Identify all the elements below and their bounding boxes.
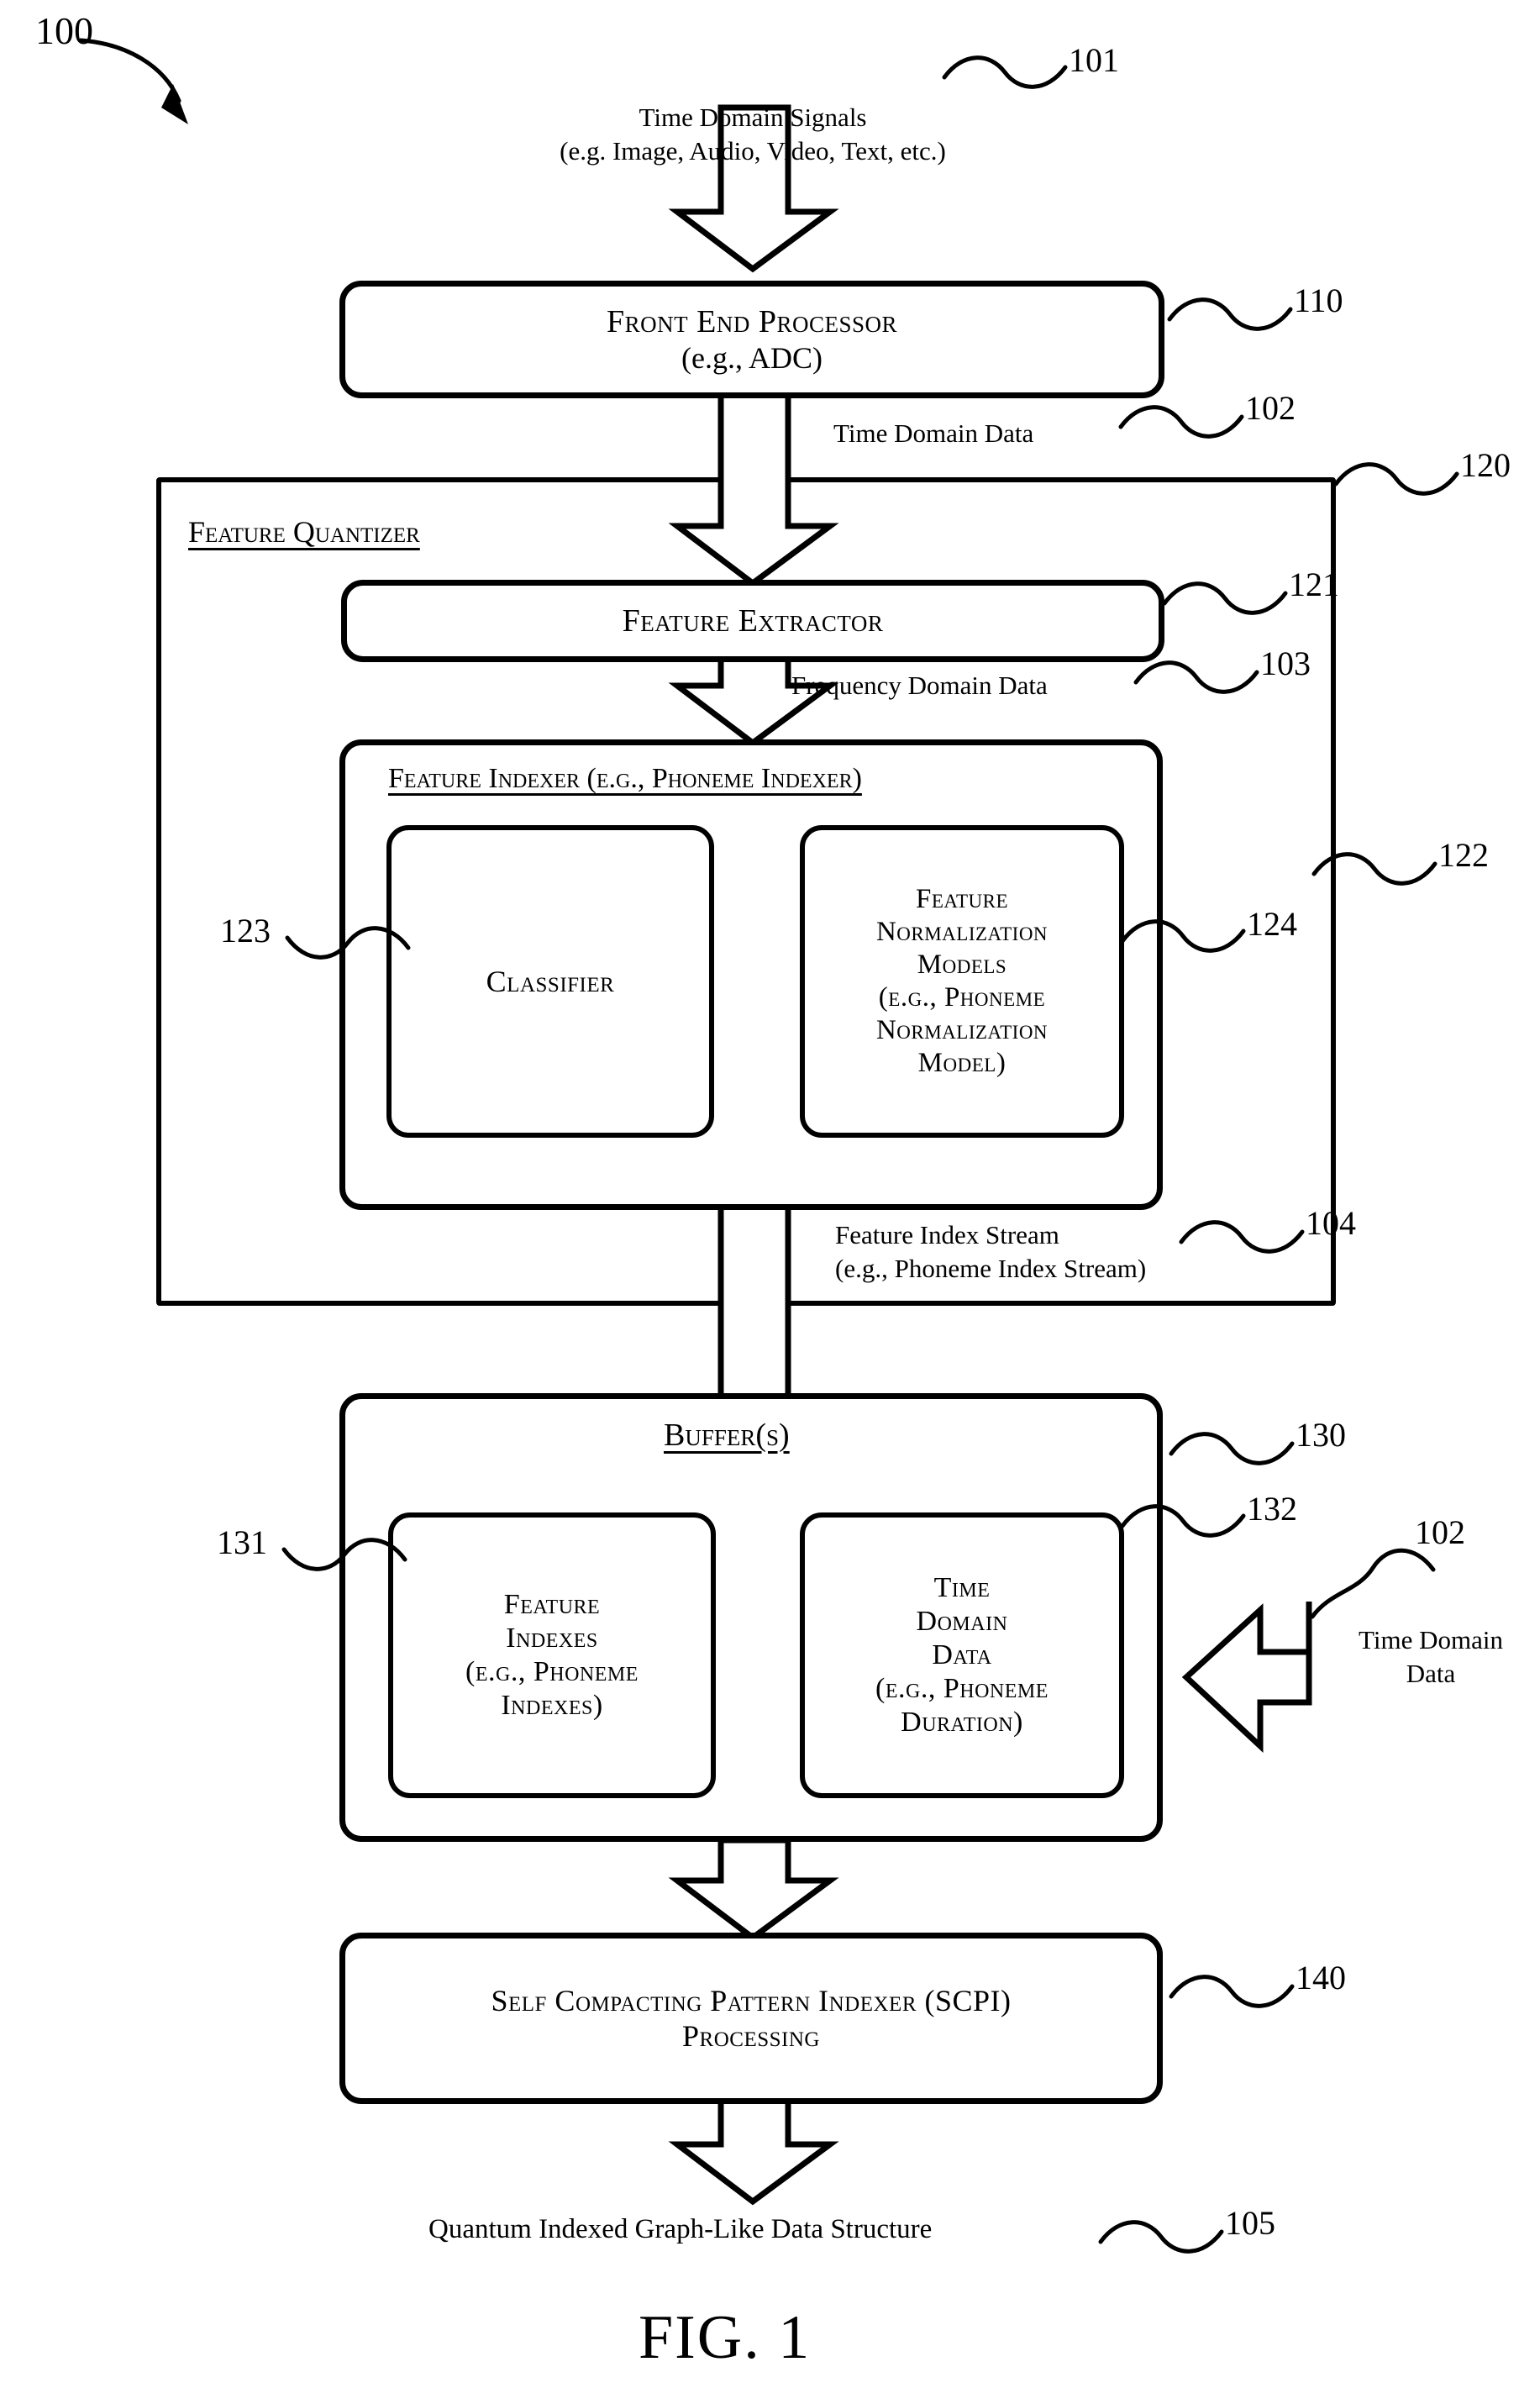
leader-102b: [1310, 1548, 1436, 1619]
leader-110: [1167, 297, 1293, 331]
leader-120: [1333, 462, 1459, 496]
leader-121: [1162, 581, 1288, 615]
leader-105: [1098, 2220, 1224, 2254]
leader-140: [1169, 1975, 1295, 2008]
leader-101: [942, 55, 1068, 89]
leader-103: [1133, 660, 1259, 694]
reference-leader-layer: [281, 55, 1459, 2254]
leader-104: [1179, 1220, 1305, 1254]
leader-122: [1311, 852, 1438, 886]
leader-102a: [1118, 405, 1244, 439]
leader-124: [1120, 919, 1246, 953]
patent-figure-canvas: 100 101 110 102 120 121 103 122 123 124 …: [0, 0, 1540, 2404]
leader-132: [1120, 1504, 1246, 1538]
leader-123: [285, 926, 411, 960]
leader-131: [281, 1538, 407, 1571]
leader-130: [1169, 1432, 1295, 1465]
